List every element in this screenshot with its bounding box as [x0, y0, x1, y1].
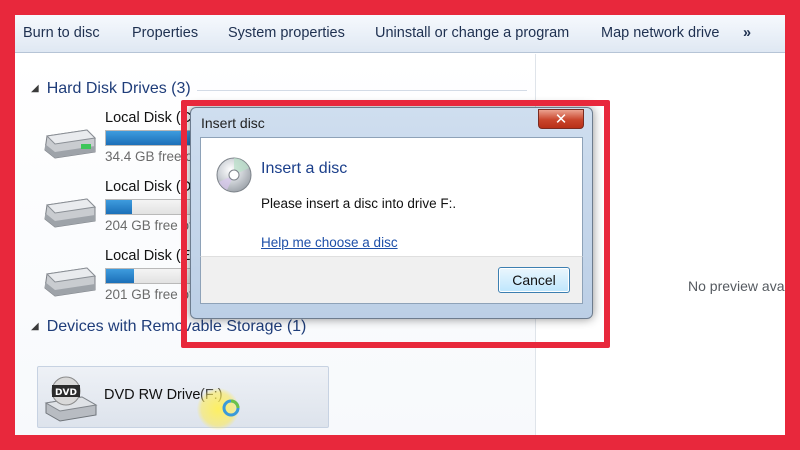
drive-usage-fill	[106, 269, 135, 283]
dvd-drive-icon: DVD	[44, 376, 98, 422]
uninstall-program-button[interactable]: Uninstall or change a program	[375, 25, 569, 41]
burn-to-disc-button[interactable]: Burn to disc	[23, 25, 100, 41]
dvd-drive-tile[interactable]: DVD DVD RW Drive (F:)	[37, 366, 329, 428]
group-title: Hard Disk Drives (3)	[46, 80, 191, 97]
collapse-triangle-icon[interactable]: ◢	[31, 83, 39, 94]
map-network-drive-button[interactable]: Map network drive	[601, 25, 719, 41]
busy-cursor-icon	[222, 399, 240, 417]
cancel-button[interactable]: Cancel	[498, 267, 570, 293]
hard-drive-icon	[44, 129, 97, 159]
close-button[interactable]: ✕	[538, 109, 584, 129]
drive-usage-fill	[106, 200, 133, 214]
drive-name[interactable]: Local Disk (E:)	[105, 248, 199, 264]
close-icon: ✕	[554, 110, 568, 128]
properties-button[interactable]: Properties	[132, 25, 198, 41]
help-choose-disc-link[interactable]: Help me choose a disc	[261, 235, 398, 250]
dvd-drive-name: DVD RW Drive	[104, 387, 201, 403]
collapse-triangle-icon[interactable]: ◢	[31, 321, 39, 332]
drive-name[interactable]: Local Disk (D:)	[105, 179, 200, 195]
group-divider	[197, 90, 527, 91]
more-commands-button[interactable]: »	[743, 25, 751, 41]
hard-drive-icon	[44, 267, 97, 297]
group-header-hard-disks[interactable]: ◢ Hard Disk Drives (3)	[31, 80, 191, 98]
hard-drive-icon	[44, 198, 97, 228]
disc-icon	[216, 157, 252, 193]
dialog-body: Insert a disc Please insert a disc into …	[200, 137, 583, 257]
insert-disc-dialog: Insert disc ✕ Insert a disc Please inser…	[190, 107, 593, 319]
dialog-message: Please insert a disc into drive F:.	[261, 196, 457, 211]
dialog-heading: Insert a disc	[261, 160, 348, 177]
dialog-footer: Cancel	[200, 256, 583, 304]
no-preview-text: No preview available.	[688, 278, 785, 294]
dvd-icon-label: DVD	[55, 388, 77, 398]
system-properties-button[interactable]: System properties	[228, 25, 345, 41]
dialog-title: Insert disc	[201, 115, 265, 131]
drive-name[interactable]: Local Disk (C:)	[105, 110, 200, 126]
group-title: Devices with Removable Storage (1)	[46, 318, 307, 335]
command-bar: Burn to disc Properties System propertie…	[15, 15, 785, 53]
group-header-removable[interactable]: ◢ Devices with Removable Storage (1)	[31, 318, 306, 336]
